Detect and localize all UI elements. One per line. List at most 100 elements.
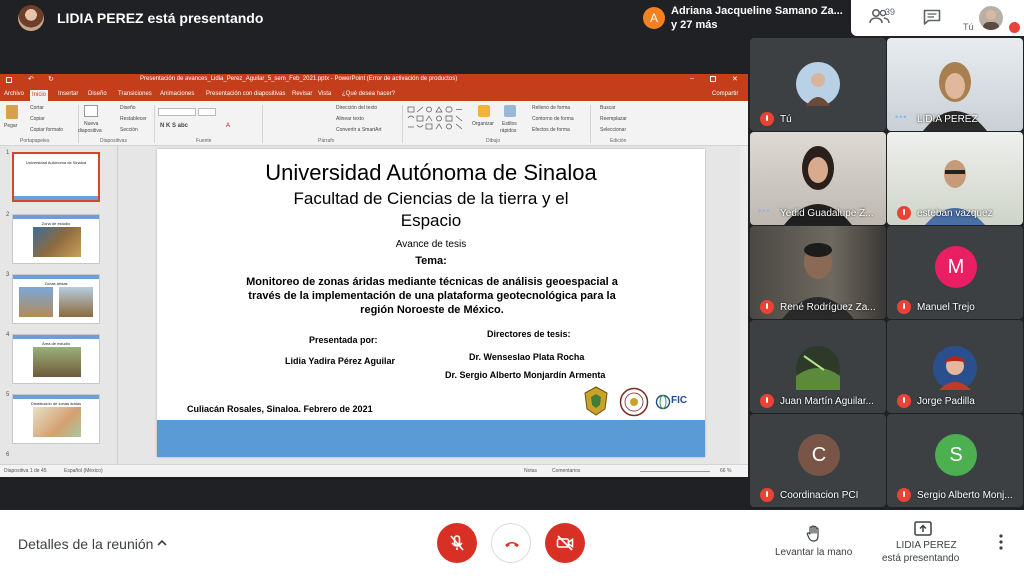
cut-label: Cortar [30,105,44,111]
thumb-number: 1 [6,150,10,156]
meet-window: LIDIA PEREZ está presentando A Adriana J… [0,0,1024,576]
present-button[interactable] [913,520,933,538]
slide-topic-line1: Monitoreo de zonas áridas mediante técni… [246,276,618,288]
thumb-slide-1: Universidad Autónoma de Sinaloa [12,152,100,202]
shared-screen: Presentación de avances_Lidia_Perez_Agui… [0,74,748,477]
tab-revisar: Revisar [292,91,313,97]
thumb-slide-4: Área de estudio [12,334,100,384]
participant-tile[interactable]: Juan Martín Aguilar... [750,320,886,413]
section-label: Sección [120,127,138,133]
shape-effects-label: Efectos de forma [532,127,570,133]
select-label: Seleccionar [600,127,627,133]
quick-label: rápidos [500,128,517,134]
bottom-bar: Detalles de la reunión Levantar la mano … [0,510,1024,576]
shape-outline-label: Contorno de forma [532,116,574,122]
participant-photo [796,62,840,106]
speaking-indicator-icon: ••• [895,112,908,122]
camera-toggle-button[interactable] [545,523,585,563]
participant-avatar: M [935,246,977,288]
slide-label: diapositiva [78,128,102,134]
uas-logo-icon [584,386,608,416]
participant-tile[interactable]: ••• Yedid Guadalupe Z... [750,132,886,225]
chevron-up-icon[interactable] [156,537,168,549]
slide-avance: Avance de tesis [395,239,467,250]
self-view-thumbnail[interactable] [979,6,1003,30]
slide-tema: Tema: [415,255,447,267]
tab-vista: Vista [318,91,332,97]
styles-label: Estilos [502,121,517,127]
mic-off-icon [760,394,774,408]
thumb-slide-2: Zona de estudio [12,214,100,264]
presenting-label-line2: está presentando [882,553,960,564]
redo-icon: ↻ [48,76,54,83]
minimize-icon: – [690,75,694,82]
participant-name: René Rodríguez Za... [780,302,876,313]
slide-count: Diapositiva 1 de 45 [4,468,47,474]
thumb-title: Zona de estudio [41,221,71,226]
thumb-image [33,227,81,257]
slide-presented-by: Presentada por: [309,335,378,345]
top-right-panel: 39 Tú [851,0,1024,36]
present-screen-icon [914,521,932,536]
align-text-label: Alinear texto [336,116,364,122]
camera-off-icon [556,535,574,551]
mic-off-icon [897,394,911,408]
participant-tile[interactable]: esteban vazquez [887,132,1023,225]
slide-director-2: Dr. Sergio Alberto Monjardín Armenta [445,370,606,380]
participant-tile[interactable]: Tú [750,38,886,131]
participant-avatar: C [798,434,840,476]
slide-directors-heading: Directores de tesis: [487,329,571,339]
meeting-details-button[interactable]: Detalles de la reunión [18,536,153,552]
participant-name: LIDIA PEREZ [917,114,978,125]
ribbon-separator [402,105,403,143]
paste-label: Pegar [4,123,18,129]
mic-off-icon [450,535,464,551]
slide-faculty-line2: Espacio [400,211,462,230]
participant-tile[interactable]: C Coordinacion PCI [750,414,886,507]
tab-presentacion: Presentación con diapositivas [206,91,286,97]
mic-off-icon [897,488,911,502]
slide-presenter-name: Lidia Yadira Pérez Aguilar [285,356,396,366]
chat-icon[interactable] [923,9,941,25]
thumb-band [13,215,99,219]
fic-text: FIC [671,395,688,406]
participant-avatar: S [935,434,977,476]
smartart-label: Convertir a SmartArt [336,127,382,133]
participant-tile[interactable]: ••• LIDIA PEREZ [887,38,1023,131]
ribbon-separator [78,105,79,143]
group-parrafo: Párrafo [318,138,335,144]
participant-tile[interactable]: S Sergio Alberto Monj... [887,414,1023,507]
leave-call-button[interactable] [491,523,531,563]
participant-name: Jorge Padilla [917,396,975,407]
close-icon: ✕ [732,76,738,83]
slide-thumbnails-pane: 1 Universidad Autónoma de Sinaloa 2 Zona… [0,146,118,464]
participant-tile[interactable]: Jorge Padilla [887,320,1023,413]
font-color-icon: A [226,123,231,129]
fic-logo: FIC [655,389,695,415]
tell-me-box: ¿Qué desea hacer? [342,91,396,97]
participant-tile[interactable]: M Manuel Trejo [887,226,1023,319]
current-slide: Universidad Autónoma de Sinaloa Facultad… [157,149,705,457]
powerpoint-statusbar: Diapositiva 1 de 45 Español (México) Not… [0,464,748,477]
more-options-icon[interactable] [999,534,1003,550]
paste-icon [6,105,18,119]
raise-hand-button[interactable] [804,524,824,544]
raise-hand-label[interactable]: Levantar la mano [775,547,852,558]
join-notification[interactable]: A Adriana Jacqueline Samano Za... y 27 m… [633,0,848,36]
slide-place-date: Culiacán Rosales, Sinaloa. Febrero de 20… [187,404,373,414]
notification-name: Adriana Jacqueline Samano Za... [671,5,843,17]
thumb-number: 3 [6,272,10,278]
undo-icon: ↶ [28,76,34,83]
tab-diseno: Diseño [88,91,107,97]
mic-toggle-button[interactable] [437,523,477,563]
participant-photo [796,346,840,390]
participant-name: Sergio Alberto Monj... [917,490,1013,501]
self-label: Tú [963,22,974,32]
font-size-box [198,108,216,116]
participant-name: Yedid Guadalupe Z... [780,208,874,219]
thumb-number: 6 [6,452,10,458]
participant-tile[interactable]: René Rodríguez Za... [750,226,886,319]
thumb-band [13,275,99,279]
zoom-level: 66 % [720,468,732,474]
tab-insertar: Insertar [58,91,79,97]
